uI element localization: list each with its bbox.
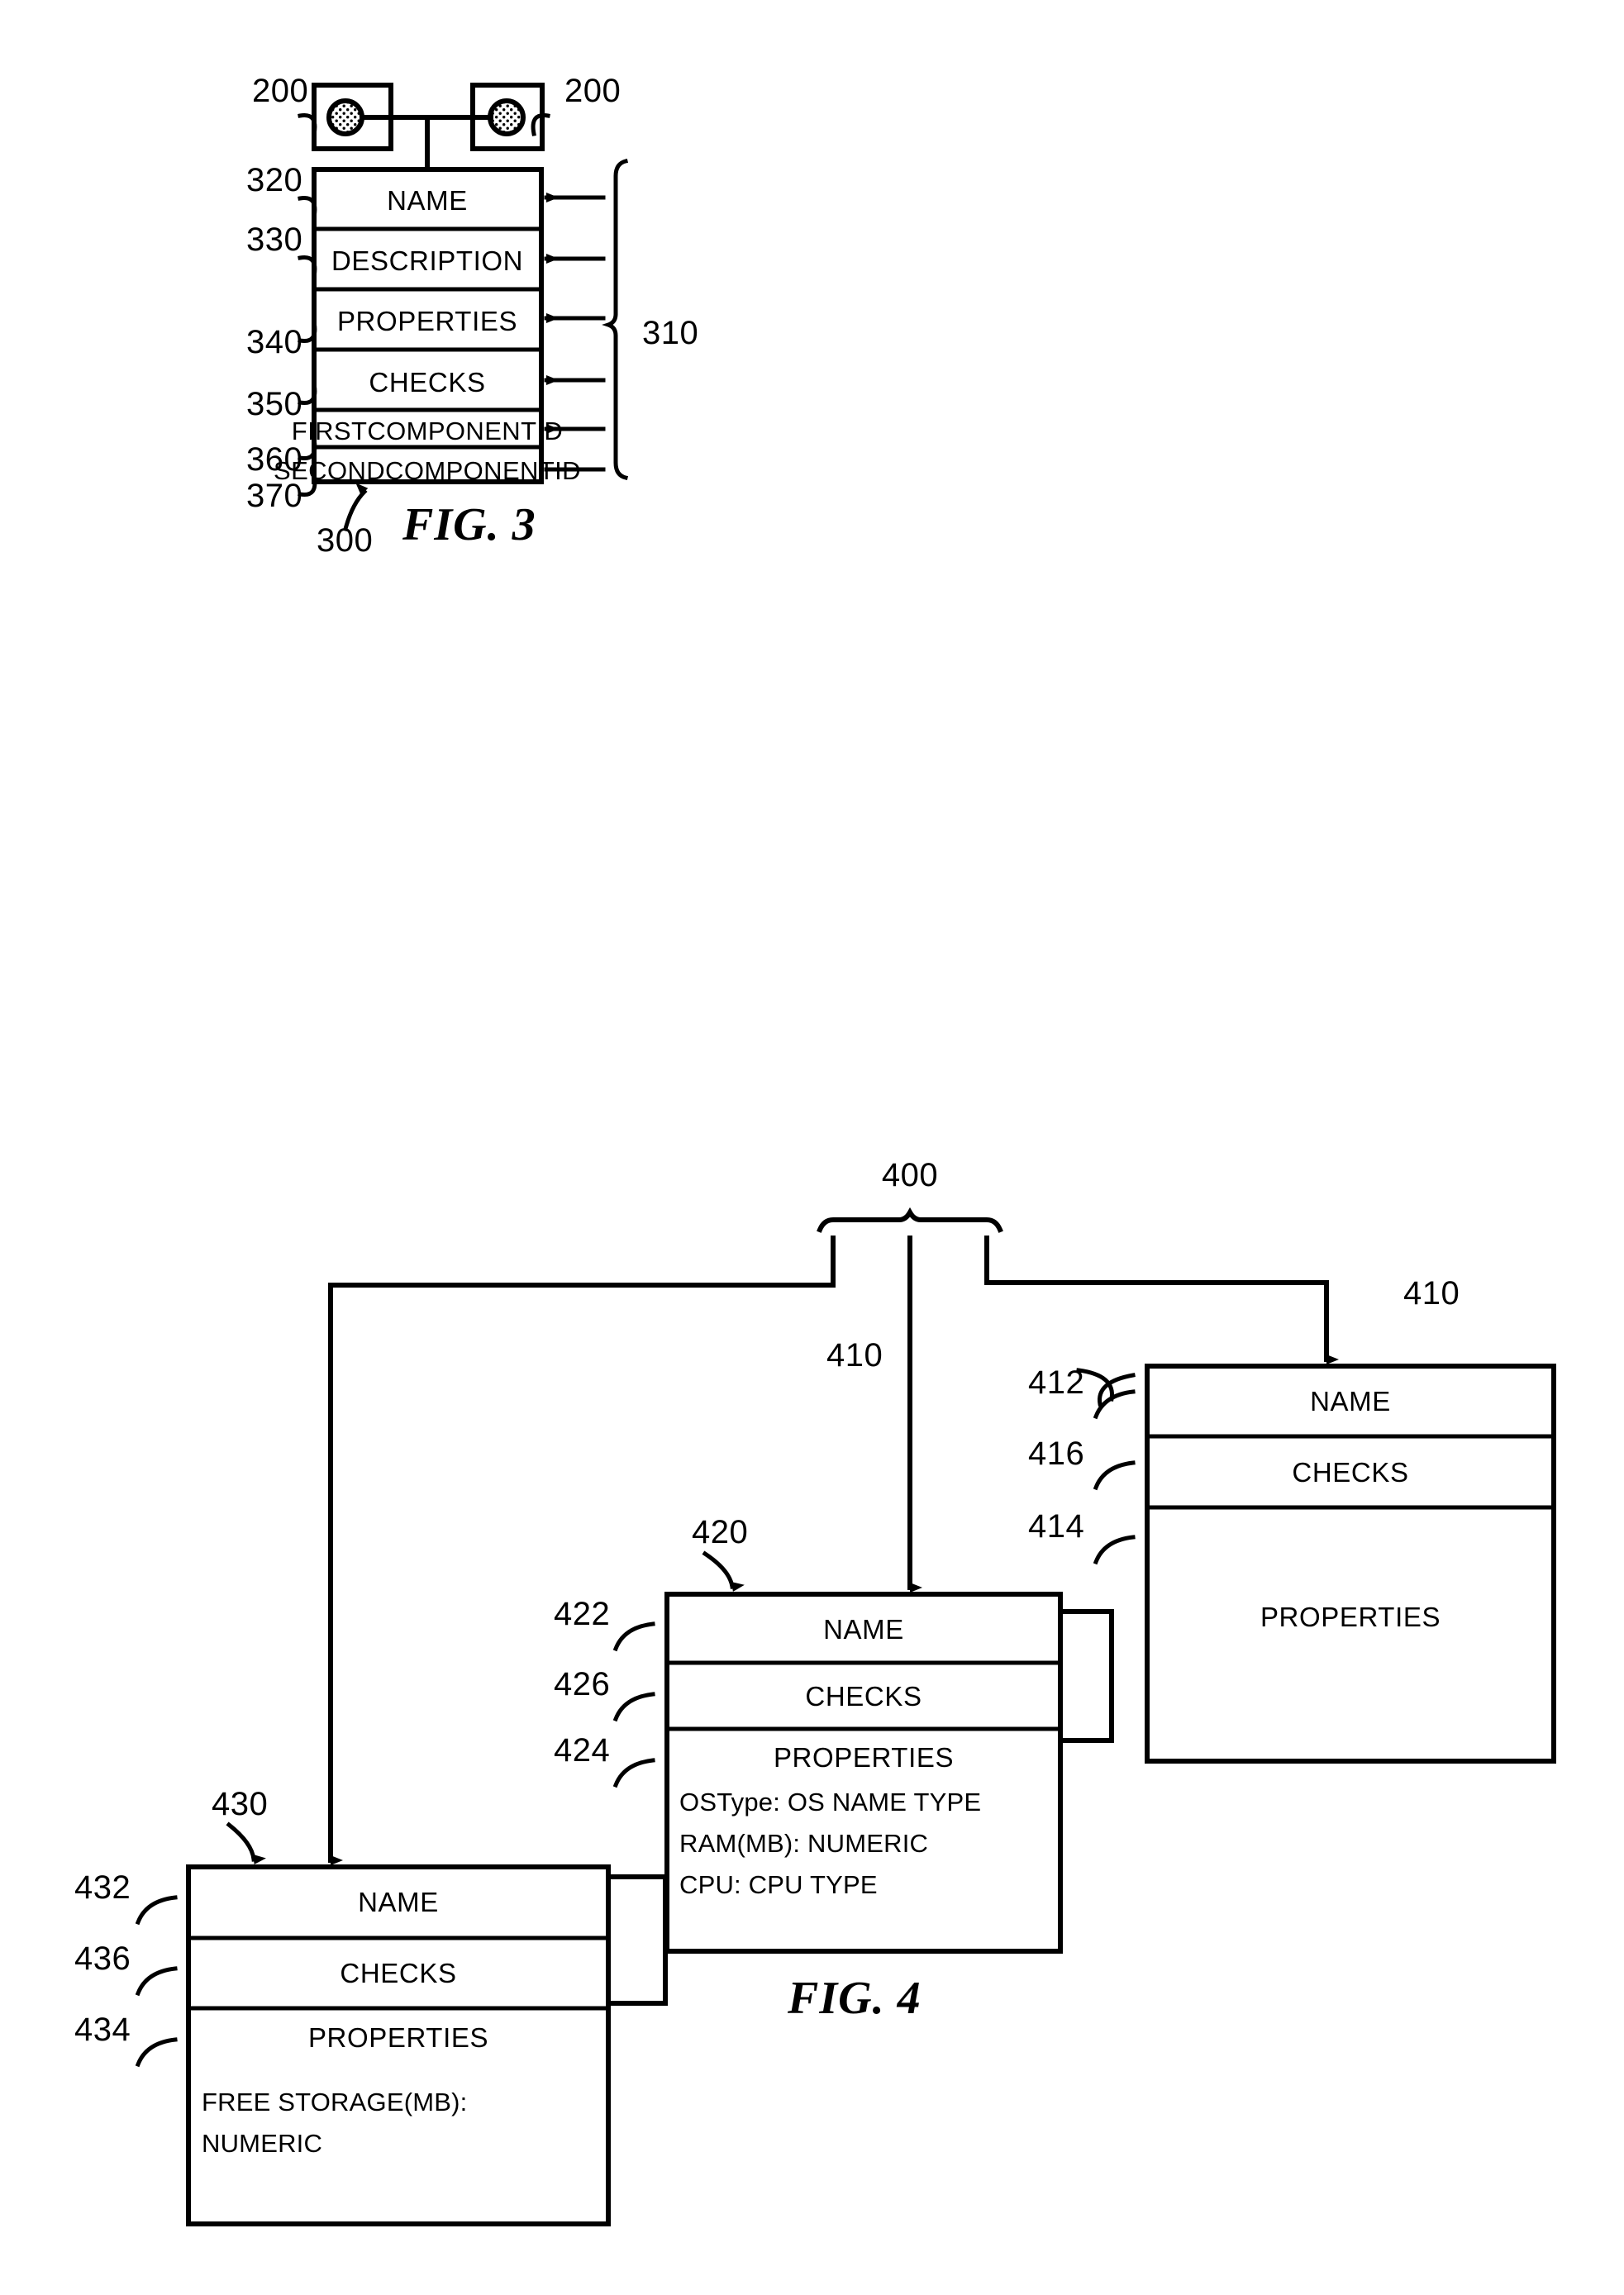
fig3-leader-200-right — [531, 112, 550, 136]
fig4-420-cell-name: NAME — [823, 1614, 904, 1645]
fig4-leader-430 — [226, 1821, 266, 1864]
ref-200-right: 200 — [564, 73, 622, 109]
ref-436: 436 — [74, 1940, 131, 1977]
fig4-410-cell-properties: PROPERTIES — [1260, 1602, 1441, 1632]
fig4-leader-410b — [1098, 1373, 1136, 1407]
ref-410: 410 — [826, 1337, 883, 1374]
fig4-leader-414 — [1093, 1535, 1136, 1565]
fig4-420-property-ram: RAM(MB): NUMERIC — [679, 1829, 929, 1858]
fig3-node-box-left — [312, 83, 393, 151]
fig4-430-property-freestorage: FREE STORAGE(MB): — [202, 2088, 468, 2116]
ref-400: 400 — [881, 1157, 939, 1193]
fig4-leader-434 — [135, 2037, 178, 2068]
ref-320: 320 — [246, 162, 303, 198]
fig4-410-cell-checks: CHECKS — [1292, 1457, 1409, 1488]
ref-422: 422 — [554, 1596, 611, 1632]
ref-424: 424 — [554, 1732, 611, 1769]
ref-300: 300 — [317, 522, 374, 559]
fig4-leader-436 — [135, 1966, 178, 1997]
ref-416: 416 — [1028, 1436, 1085, 1472]
ref-310: 310 — [642, 315, 699, 351]
fig3-cell-firstcomponentid: FIRSTCOMPONENTID — [291, 417, 564, 445]
fig4-420-property-ostype: OSType: OS NAME TYPE — [679, 1788, 982, 1816]
fig4-link-420-to-410 — [1058, 1609, 1114, 1743]
figure-vector-layer — [135, 83, 1556, 2226]
fig4-leader-420 — [702, 1550, 745, 1592]
fig4-leader-422 — [612, 1621, 655, 1652]
fig4-leader-416 — [1093, 1460, 1136, 1491]
ref-414: 414 — [1028, 1508, 1085, 1545]
fig3-leader-330 — [298, 255, 317, 279]
fig4-420-cell-properties: PROPERTIES — [773, 1742, 955, 1773]
ref-412: 412 — [1028, 1364, 1085, 1401]
fig3-leader-320 — [298, 195, 317, 219]
fig3-node-box-right — [470, 83, 545, 151]
ref-410-main: 410 — [1403, 1275, 1460, 1312]
ref-420: 420 — [692, 1514, 749, 1550]
fig4-430-cell-name: NAME — [358, 1887, 439, 1917]
fig4-430-property-numeric: NUMERIC — [202, 2129, 323, 2158]
fig3-cell-description: DESCRIPTION — [331, 245, 524, 276]
hatched-circle-node-icon-left — [326, 98, 364, 136]
fig3-caption: FIG. 3 — [402, 499, 536, 550]
ref-340: 340 — [246, 324, 303, 360]
fig4-430-cell-properties: PROPERTIES — [307, 2022, 489, 2053]
fig4-leader-426 — [612, 1692, 655, 1722]
fig4-link-400-to-410 — [984, 1236, 1339, 1364]
fig4-420-cell-checks: CHECKS — [805, 1681, 922, 1712]
fig3-cell-secondcomponentid: SECONDCOMPONENTID — [274, 456, 581, 485]
fig3-bracket-310 — [602, 158, 629, 481]
ref-430: 430 — [212, 1786, 269, 1822]
fig4-box-410 — [1145, 1364, 1556, 1764]
fig4-link-430-to-420 — [609, 1874, 668, 2006]
ref-434: 434 — [74, 2012, 131, 2048]
ref-330: 330 — [246, 221, 303, 258]
fig3-cell-name: NAME — [387, 185, 468, 216]
ref-200-left: 200 — [252, 73, 309, 109]
hatched-circle-node-icon-right — [488, 98, 526, 136]
fig3-leader-200-left — [298, 112, 317, 136]
ref-426: 426 — [554, 1666, 611, 1702]
ref-350: 350 — [246, 386, 303, 422]
fig4-430-cell-checks: CHECKS — [340, 1958, 457, 1988]
ref-432: 432 — [74, 1869, 131, 1906]
fig4-420-property-cpu: CPU: CPU TYPE — [679, 1870, 878, 1899]
fig4-leader-412 — [1093, 1389, 1136, 1420]
fig3-cell-properties: PROPERTIES — [336, 306, 518, 336]
fig4-leader-432 — [135, 1895, 178, 1926]
fig4-410-cell-name: NAME — [1310, 1386, 1391, 1417]
fig4-caption: FIG. 4 — [788, 1973, 922, 2024]
patent-figure-sheet: 200 200 320 330 340 350 360 370 NAME DES… — [0, 0, 1624, 2295]
fig4-root-brace-400 — [817, 1207, 1003, 1233]
fig3-cell-checks: CHECKS — [369, 367, 486, 398]
fig4-leader-424 — [612, 1758, 655, 1788]
